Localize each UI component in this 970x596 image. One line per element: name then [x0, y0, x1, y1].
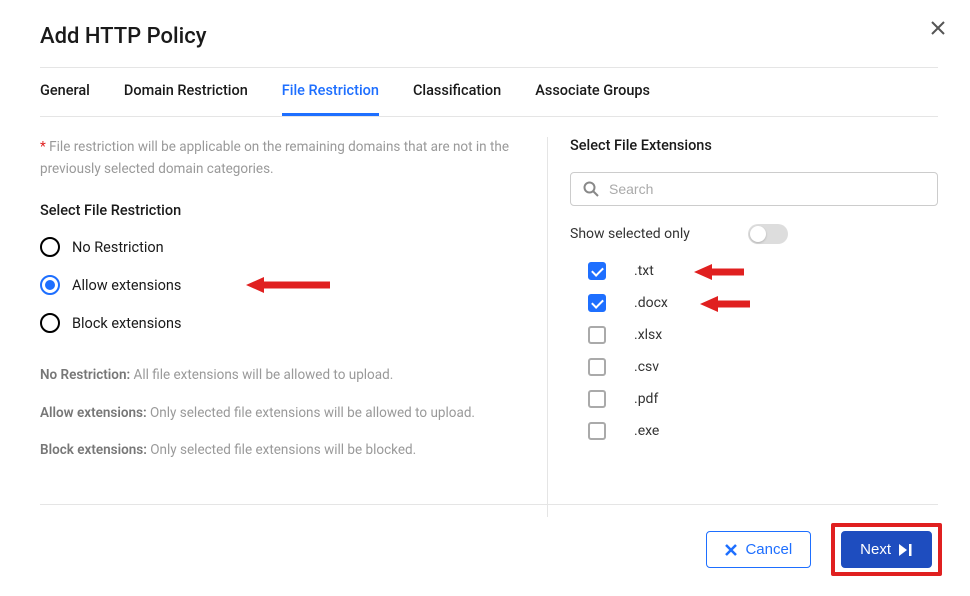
extension-item-txt[interactable]: .txt — [588, 262, 938, 280]
x-icon — [725, 544, 737, 556]
tab-general[interactable]: General — [40, 68, 90, 116]
extension-item-xlsx[interactable]: .xlsx — [588, 326, 938, 344]
search-icon — [583, 181, 599, 197]
next-button[interactable]: Next — [841, 531, 932, 568]
annotation-arrow-icon — [700, 296, 750, 312]
checkbox-icon — [588, 390, 606, 408]
radio-icon — [40, 237, 60, 257]
extension-label: .xlsx — [634, 327, 662, 343]
radio-block-extensions[interactable]: Block extensions — [40, 313, 523, 333]
annotation-arrow-icon — [694, 264, 744, 280]
extension-list: .txt .docx .xlsx — [570, 262, 938, 440]
search-input[interactable] — [609, 181, 925, 197]
skip-next-icon — [899, 544, 913, 556]
asterisk-icon: * — [40, 139, 49, 155]
checkbox-icon — [588, 326, 606, 344]
radio-label: Allow extensions — [72, 277, 181, 294]
extension-label: .docx — [634, 295, 668, 311]
radio-allow-extensions[interactable]: Allow extensions — [40, 275, 523, 295]
extension-label: .exe — [634, 423, 659, 439]
radio-label: No Restriction — [72, 239, 164, 256]
radio-icon — [40, 313, 60, 333]
file-restriction-radio-group: No Restriction Allow extensions Block ex… — [40, 237, 523, 333]
tabs: General Domain Restriction File Restrict… — [40, 68, 938, 117]
checkbox-icon — [588, 422, 606, 440]
tab-domain-restriction[interactable]: Domain Restriction — [124, 68, 248, 116]
show-selected-only-label: Show selected only — [570, 226, 690, 242]
footer-divider — [40, 504, 938, 505]
page-title: Add HTTP Policy — [40, 24, 207, 49]
checkbox-icon — [588, 294, 606, 312]
cancel-button[interactable]: Cancel — [706, 531, 811, 568]
extension-label: .pdf — [634, 391, 658, 407]
checkbox-icon — [588, 358, 606, 376]
help-text: No Restriction: All file extensions will… — [40, 365, 523, 462]
extension-item-exe[interactable]: .exe — [588, 422, 938, 440]
tab-associate-groups[interactable]: Associate Groups — [535, 68, 650, 116]
extension-item-docx[interactable]: .docx — [588, 294, 938, 312]
checkbox-icon — [588, 262, 606, 280]
cancel-label: Cancel — [745, 541, 792, 558]
select-file-extensions-label: Select File Extensions — [570, 137, 938, 154]
annotation-highlight: Next — [831, 523, 942, 576]
annotation-arrow-icon — [246, 277, 330, 293]
select-file-restriction-label: Select File Restriction — [40, 202, 523, 219]
close-icon[interactable] — [930, 20, 946, 41]
extension-label: .txt — [634, 263, 654, 279]
radio-no-restriction[interactable]: No Restriction — [40, 237, 523, 257]
search-box[interactable] — [570, 172, 938, 206]
radio-icon — [40, 275, 60, 295]
extension-item-pdf[interactable]: .pdf — [588, 390, 938, 408]
radio-label: Block extensions — [72, 315, 181, 332]
extension-item-csv[interactable]: .csv — [588, 358, 938, 376]
next-label: Next — [860, 541, 891, 558]
tab-file-restriction[interactable]: File Restriction — [282, 68, 379, 116]
tab-classification[interactable]: Classification — [413, 68, 501, 116]
extension-label: .csv — [634, 359, 659, 375]
show-selected-only-toggle[interactable] — [748, 224, 788, 244]
restriction-note: * File restriction will be applicable on… — [40, 137, 523, 180]
